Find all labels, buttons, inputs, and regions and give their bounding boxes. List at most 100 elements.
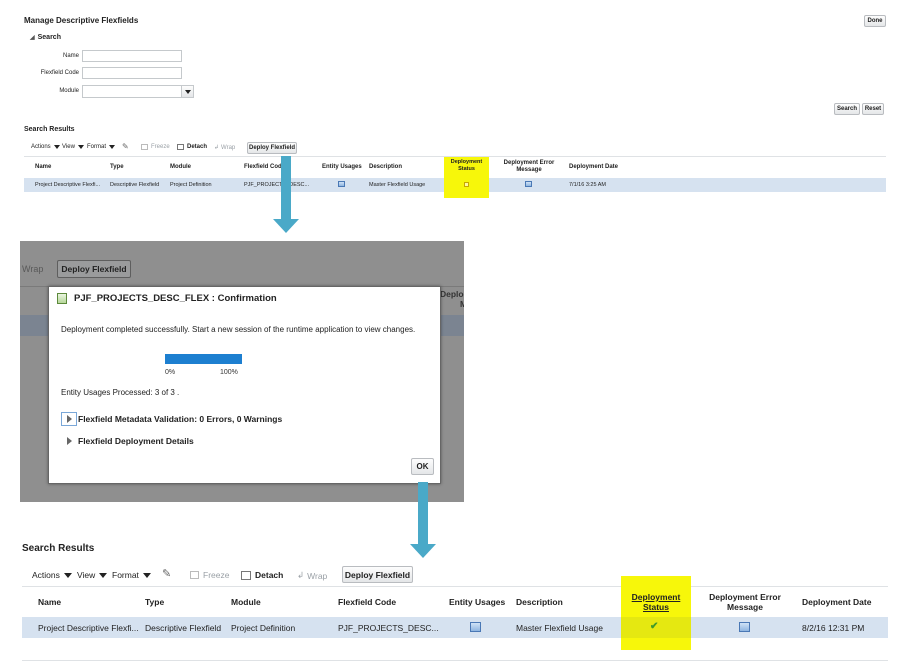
row-module: Project Definition [170,182,212,188]
col-type[interactable]: Type [110,164,124,170]
col-module[interactable]: Module [170,164,191,170]
flexfield-code-label: Flexfield Code [40,70,79,76]
col-name[interactable]: Name [35,164,51,170]
progress-bar [165,354,242,364]
module-select[interactable] [82,85,194,98]
name-input[interactable] [82,50,182,62]
bg-deploy-button: Deploy Flexfield [57,260,131,278]
reset-button[interactable]: Reset [862,103,884,115]
table-bottom-divider [22,660,888,661]
row-date: 7/1/16 3:25 AM [569,182,606,188]
deploy-flexfield-button[interactable]: Deploy Flexfield [342,566,413,583]
row-module: Project Definition [231,623,296,633]
wrap-button[interactable]: ↲ Wrap [214,144,235,152]
dialog-title-bar: PJF_PROJECTS_DESC_FLEX : Confirmation [57,293,277,304]
search-button[interactable]: Search [834,103,860,115]
done-button[interactable]: Done [864,15,886,27]
dialog-title: PJF_PROJECTS_DESC_FLEX : Confirmation [74,293,277,304]
collapse-icon: ◢ [30,35,35,41]
progress-fill [165,354,242,364]
flow-arrow-shaft-2 [418,482,428,544]
chevron-down-icon [99,572,108,578]
col-deployment-date[interactable]: Deployment Date [802,597,871,607]
col-type[interactable]: Type [145,597,164,607]
entity-usages-icon[interactable] [470,622,481,632]
col-description[interactable]: Description [369,164,402,170]
chevron-down-icon [109,145,116,149]
chevron-down-icon [63,572,72,578]
entity-processed-text: Entity Usages Processed: 3 of 3 . [61,388,180,397]
results-title: Search Results [22,543,95,554]
row-date: 8/2/16 12:31 PM [802,623,865,633]
deploy-flexfield-button[interactable]: Deploy Flexfield [247,142,297,154]
status-highlight [621,576,691,650]
flow-arrow-icon [273,219,299,233]
error-message-icon[interactable] [525,181,532,187]
module-label: Module [59,88,79,94]
expand-triangle-icon [67,437,72,445]
progress-max: 100% [220,369,238,376]
col-module[interactable]: Module [231,597,261,607]
col-deployment-status[interactable]: Deployment Status [621,592,691,612]
edit-document-icon [57,293,67,304]
bg-wrap-text: Wrap [22,264,44,274]
search-section-header[interactable]: ◢ Search [30,34,61,41]
freeze-button[interactable]: Freeze [190,570,229,580]
row-description: Master Flexfield Usage [369,182,426,188]
wrap-icon: ↲ [214,145,220,151]
col-deployment-date[interactable]: Deployment Date [569,164,618,170]
dialog-message: Deployment completed successfully. Start… [61,325,416,334]
row-name: Project Descriptive Flexfi... [38,623,139,633]
format-menu[interactable]: Format [87,144,116,150]
search-heading: Search [37,34,61,41]
chevron-down-icon [77,145,84,149]
flexfield-code-input[interactable] [82,67,182,79]
detach-button[interactable]: Detach [241,570,283,580]
format-menu[interactable]: Format [112,570,151,580]
view-menu[interactable]: View [62,144,84,150]
expand-triangle-icon[interactable] [61,412,77,426]
edit-icon[interactable]: ✎ [122,142,129,151]
row-type: Descriptive Flexfield [110,182,160,188]
detach-button[interactable]: Detach [177,144,207,150]
section2-label: Flexfield Deployment Details [78,436,194,446]
section-metadata-validation[interactable]: Flexfield Metadata Validation: 0 Errors,… [61,412,282,426]
results-title: Search Results [24,126,75,133]
freeze-button[interactable]: Freeze [141,144,170,150]
status-pending-icon[interactable] [464,182,469,187]
col-entity-usages[interactable]: Entity Usages [449,597,505,607]
edit-icon[interactable]: ✎ [162,567,171,580]
confirmation-dialog: PJF_PROJECTS_DESC_FLEX : Confirmation De… [48,286,441,484]
actions-menu[interactable]: Actions [32,570,72,580]
detach-icon [177,144,184,150]
col-entity-usages[interactable]: Entity Usages [322,164,362,170]
actions-menu[interactable]: Actions [31,144,60,150]
col-deployment-error[interactable]: Deployment Error Message [499,160,559,174]
col-description[interactable]: Description [516,597,563,607]
col-deployment-status[interactable]: Deployment Status [444,159,489,173]
view-menu[interactable]: View [77,570,108,580]
row-code: PJF_PROJECTS_DESC... [338,623,439,633]
col-name[interactable]: Name [38,597,61,607]
section-deployment-details[interactable]: Flexfield Deployment Details [67,436,194,446]
col-flexfield-code[interactable]: Flexfield Code [338,597,396,607]
ok-button[interactable]: OK [411,458,434,475]
error-message-icon[interactable] [739,622,750,632]
chevron-down-icon [184,89,191,94]
row-description: Master Flexfield Usage [516,623,603,633]
detach-icon [241,570,251,580]
entity-usages-icon[interactable] [338,181,345,187]
col-flexfield-code[interactable]: Flexfield Code [244,164,285,170]
freeze-icon [190,571,199,579]
wrap-icon: ↲ [297,570,305,580]
chevron-down-icon [53,145,60,149]
chevron-down-icon [142,572,151,578]
flow-arrow-shaft-1 [281,156,291,219]
freeze-icon [141,144,148,150]
check-icon[interactable]: ✔ [650,621,658,632]
row-code: PJF_PROJECTS_DESC... [244,182,310,188]
wrap-button[interactable]: ↲ Wrap [297,570,327,581]
col-deployment-error[interactable]: Deployment Error Message [700,592,790,612]
dropdown-button[interactable] [181,86,193,97]
row-name: Project Descriptive Flexfi... [35,182,101,188]
